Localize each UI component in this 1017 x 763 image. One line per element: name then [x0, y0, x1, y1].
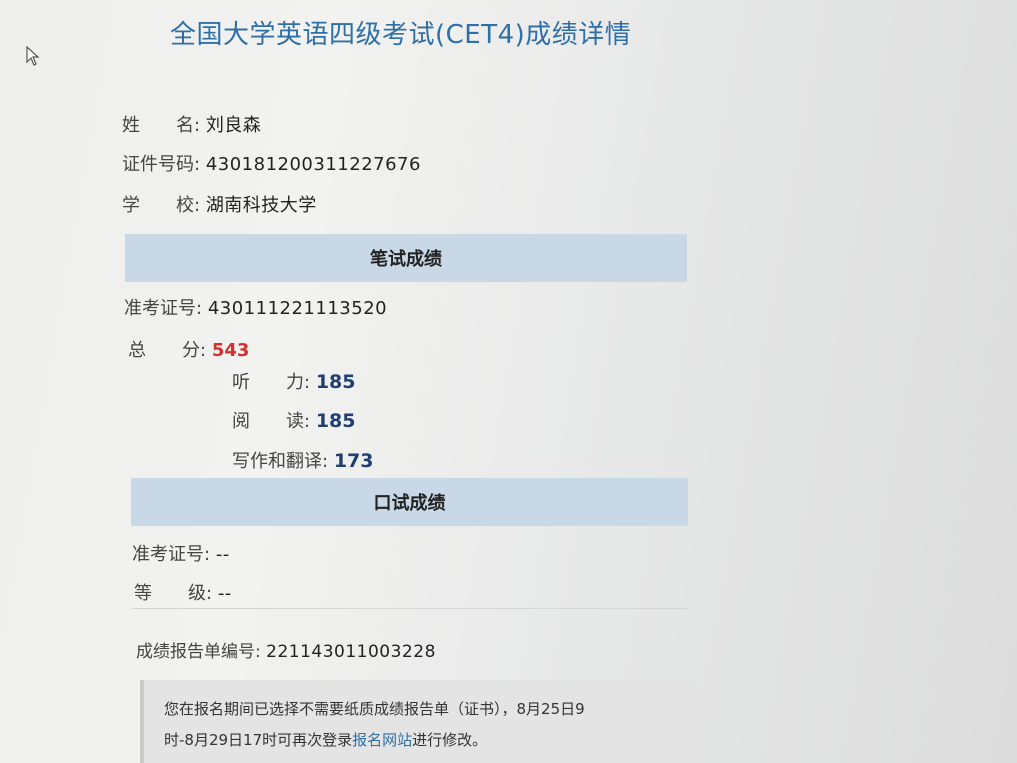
- reading-score: 185: [315, 410, 356, 432]
- page-title: 全国大学英语四级考试(CET4)成绩详情: [170, 20, 632, 50]
- registration-site-link[interactable]: 报名网站: [352, 731, 412, 749]
- mouse-cursor-icon: [26, 46, 40, 66]
- oral-grade-row: 等 级: --: [134, 579, 232, 605]
- id-label: 证件号码:: [122, 154, 201, 175]
- oral-grade-label: 等 级:: [134, 583, 213, 604]
- reading-row: 阅 读: 185: [232, 407, 355, 433]
- oral-ticket-row: 准考证号: --: [132, 540, 230, 566]
- oral-section-header: 口试成绩: [131, 478, 688, 526]
- name-value: 刘良森: [205, 115, 262, 136]
- notice-line-2-start: 时-8月29日17时可再次登录: [164, 731, 353, 749]
- written-section-header: 笔试成绩: [125, 234, 687, 282]
- written-ticket-value: 430111221113520: [207, 298, 388, 319]
- notice-line-2: 时-8月29日17时可再次登录报名网站进行修改。: [164, 725, 700, 756]
- score-detail-screen: 全国大学英语四级考试(CET4)成绩详情 姓 名: 刘良森 证件号码: 4301…: [0, 0, 1017, 763]
- id-value: 430181200311227676: [205, 154, 421, 175]
- reading-label: 阅 读:: [232, 411, 311, 432]
- writing-row: 写作和翻译: 173: [232, 447, 373, 473]
- writing-label: 写作和翻译:: [232, 451, 329, 472]
- listening-label: 听 力:: [232, 372, 311, 393]
- notice-line-1: 您在报名期间已选择不需要纸质成绩报告单（证书），8月25日9: [164, 700, 585, 718]
- id-row: 证件号码: 430181200311227676: [122, 150, 421, 176]
- school-row: 学 校: 湖南科技大学: [122, 191, 317, 217]
- total-score-label: 总 分:: [128, 340, 207, 361]
- total-score-row: 总 分: 543: [128, 336, 249, 362]
- writing-score: 173: [333, 450, 374, 472]
- oral-ticket-label: 准考证号:: [132, 544, 211, 565]
- name-row: 姓 名: 刘良森: [122, 111, 261, 137]
- name-label: 姓 名:: [122, 115, 201, 136]
- notice-box: 您在报名期间已选择不需要纸质成绩报告单（证书），8月25日9 时-8月29日17…: [140, 680, 700, 763]
- oral-ticket-value: --: [215, 544, 230, 565]
- total-score-value: 543: [211, 340, 250, 361]
- notice-line-2-end: 进行修改。: [412, 731, 488, 749]
- section-divider: [132, 608, 687, 609]
- listening-row: 听 力: 185: [232, 368, 355, 394]
- report-number-label: 成绩报告单编号:: [136, 642, 261, 662]
- written-ticket-row: 准考证号: 430111221113520: [124, 294, 387, 320]
- report-number-value: 221143011003228: [266, 642, 436, 662]
- school-label: 学 校:: [122, 195, 201, 216]
- listening-score: 185: [315, 371, 356, 393]
- oral-grade-value: --: [217, 583, 232, 604]
- report-number-row: 成绩报告单编号: 221143011003228: [136, 637, 436, 662]
- school-value: 湖南科技大学: [205, 195, 317, 216]
- written-ticket-label: 准考证号:: [124, 298, 203, 319]
